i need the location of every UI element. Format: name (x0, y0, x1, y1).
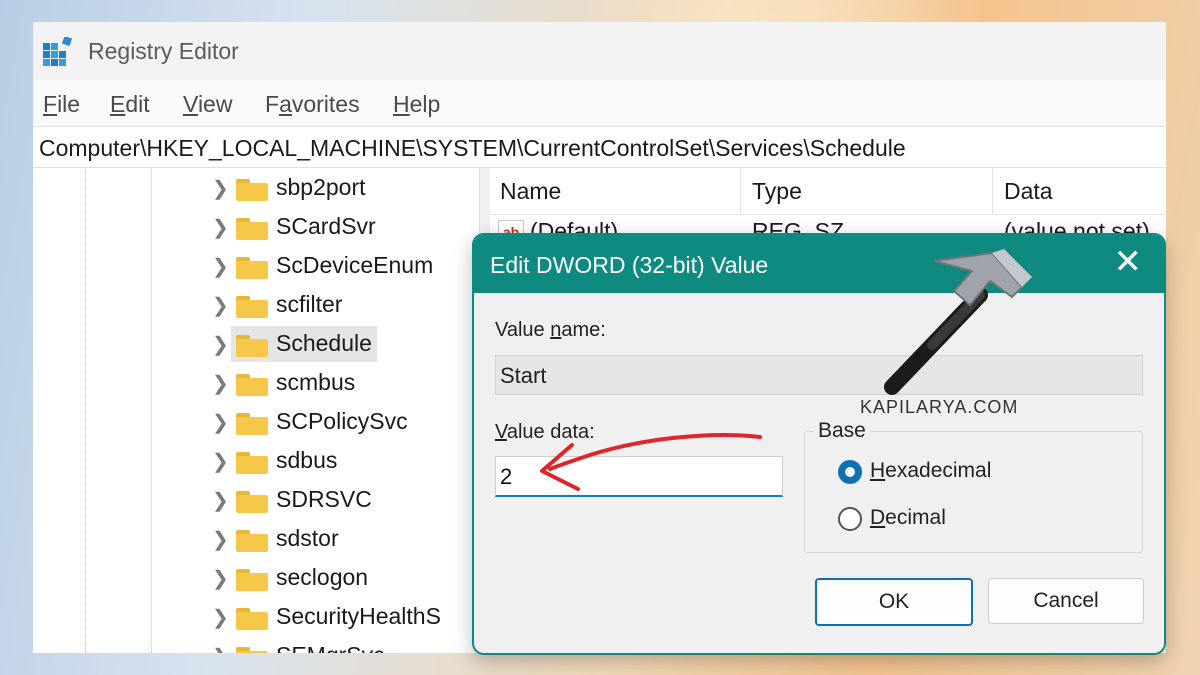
folder-icon (236, 569, 268, 591)
chevron-right-icon[interactable]: ❯ (212, 527, 229, 552)
key-tree-pane[interactable]: ❯ sbp2port ❯ SCardSvr ❯ ScDeviceEnum ❯ scfilter… (33, 168, 479, 653)
folder-icon (236, 218, 268, 240)
tree-item[interactable]: ❯ SDRSVC (208, 482, 478, 518)
tree-item-label: Schedule (276, 330, 372, 356)
chevron-right-icon[interactable]: ❯ (212, 605, 229, 630)
watermark-text: KAPILARYA.COM (860, 397, 1019, 417)
tree-item[interactable]: ❯ SEMgrSvc (208, 638, 478, 653)
base-label: Base (814, 419, 870, 443)
tree-item-label: sdstor (276, 525, 339, 551)
decimal-label[interactable]: Decimal (870, 506, 946, 530)
folder-icon (236, 335, 268, 357)
tree-item[interactable]: ❯ SCPolicySvc (208, 404, 478, 440)
base-group (804, 431, 1143, 553)
dialog-title: Edit DWORD (32-bit) Value (490, 252, 769, 278)
value-data-text: 2 (500, 464, 513, 489)
menu-help[interactable]: Help (393, 91, 440, 118)
cancel-button[interactable]: Cancel (988, 578, 1144, 624)
tree-item[interactable]: ❯ SCardSvr (208, 209, 478, 245)
tree-item-label: SecurityHealthS (276, 603, 441, 629)
value-name-text: Start (500, 363, 547, 388)
red-arrow-annotation (540, 433, 762, 491)
menu-favorites[interactable]: Favorites (265, 91, 360, 118)
tree-item-label: SDRSVC (276, 486, 372, 512)
column-separator[interactable] (740, 168, 741, 214)
tree-item[interactable]: ❯ sdbus (208, 443, 478, 479)
folder-icon (236, 452, 268, 474)
column-data[interactable]: Data (1004, 178, 1053, 205)
column-name[interactable]: Name (500, 178, 561, 205)
hexadecimal-radio[interactable] (838, 460, 862, 484)
menu-view[interactable]: View (183, 91, 232, 118)
tree-item-label: scfilter (276, 291, 343, 317)
folder-icon (236, 257, 268, 279)
window-title: Registry Editor (88, 38, 239, 64)
address-path: Computer\HKEY_LOCAL_MACHINE\SYSTEM\Curre… (39, 135, 906, 161)
tree-item-label: scmbus (276, 369, 356, 395)
column-type[interactable]: Type (752, 178, 802, 205)
tree-item-label: SEMgrSvc (276, 642, 385, 653)
tree-item[interactable]: ❯ scfilter (208, 287, 478, 323)
column-separator[interactable] (992, 168, 993, 214)
value-name-field[interactable]: Start (495, 355, 1143, 395)
tree-item[interactable]: ❯ scmbus (208, 365, 478, 401)
tree-item-label: sbp2port (276, 174, 366, 200)
menu-bar: File Edit View Favorites Help (33, 80, 1166, 126)
folder-icon (236, 374, 268, 396)
chevron-right-icon[interactable]: ❯ (212, 254, 229, 279)
title-bar: Registry Editor (33, 22, 1166, 80)
folder-icon (236, 530, 268, 552)
tree-item-label: seclogon (276, 564, 369, 590)
hammer-logo-icon (884, 249, 1032, 395)
list-header: Name Type Data (490, 168, 1166, 215)
tree-item[interactable]: ❯ SecurityHealthS (208, 599, 478, 635)
chevron-right-icon[interactable]: ❯ (212, 644, 229, 653)
close-icon[interactable]: ✕ (1114, 245, 1143, 279)
folder-icon (236, 413, 268, 435)
tree-item[interactable]: ❯ sbp2port (208, 170, 478, 206)
tree-item-label: SCPolicySvc (276, 408, 408, 434)
tree-guide-line (85, 168, 86, 653)
tree-item-label: ScDeviceEnum (276, 252, 434, 278)
tree-guide-line (151, 168, 152, 653)
folder-icon (236, 608, 268, 630)
decimal-radio[interactable] (838, 507, 862, 531)
chevron-right-icon[interactable]: ❯ (212, 293, 229, 318)
tree-item-label: SCardSvr (276, 213, 376, 239)
chevron-right-icon[interactable]: ❯ (212, 176, 229, 201)
tree-item[interactable]: ❯ sdstor (208, 521, 478, 557)
value-name-label: Value name: (495, 319, 606, 341)
folder-icon (236, 296, 268, 318)
address-bar[interactable]: Computer\HKEY_LOCAL_MACHINE\SYSTEM\Curre… (33, 126, 1166, 168)
chevron-right-icon[interactable]: ❯ (212, 371, 229, 396)
hexadecimal-label[interactable]: Hexadecimal (870, 459, 991, 483)
registry-app-icon (43, 37, 73, 66)
tree-item[interactable]: ❯ seclogon (208, 560, 478, 596)
chevron-right-icon[interactable]: ❯ (212, 488, 229, 513)
tree-item-label: sdbus (276, 447, 338, 473)
chevron-right-icon[interactable]: ❯ (212, 332, 229, 357)
menu-edit[interactable]: Edit (110, 91, 150, 118)
ok-button[interactable]: OK (815, 578, 973, 626)
dialog-title-bar: Edit DWORD (32-bit) Value ✕ (474, 235, 1164, 293)
menu-file[interactable]: File (43, 91, 80, 118)
chevron-right-icon[interactable]: ❯ (212, 215, 229, 240)
chevron-right-icon[interactable]: ❯ (212, 410, 229, 435)
tree-item[interactable]: ❯ Schedule (208, 326, 478, 362)
folder-icon (236, 179, 268, 201)
chevron-right-icon[interactable]: ❯ (212, 566, 229, 591)
tree-item[interactable]: ❯ ScDeviceEnum (208, 248, 478, 284)
chevron-right-icon[interactable]: ❯ (212, 449, 229, 474)
folder-icon (236, 491, 268, 513)
folder-icon (236, 647, 268, 653)
